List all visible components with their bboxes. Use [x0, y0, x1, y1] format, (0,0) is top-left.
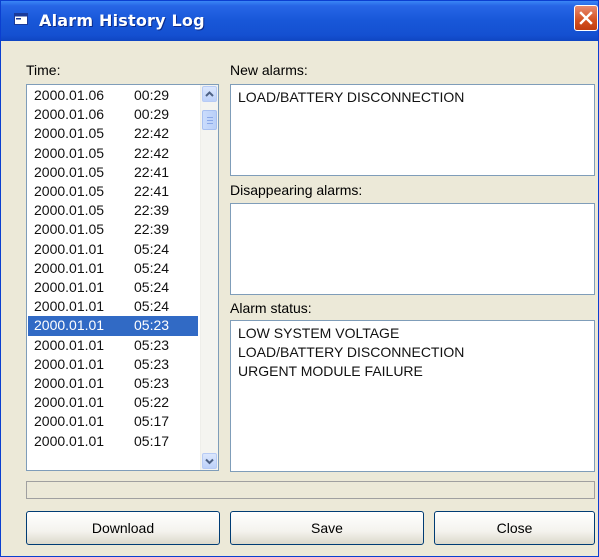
list-item[interactable]: 2000.01.05 22:41 [28, 182, 198, 201]
list-item-date: 2000.01.06 [34, 87, 105, 103]
list-item[interactable]: 2000.01.01 05:23 [28, 355, 198, 374]
new-alarms-box[interactable]: LOAD/BATTERY DISCONNECTION [230, 84, 595, 176]
list-item-time: 22:41 [134, 163, 170, 180]
list-item-date: 2000.01.05 [34, 144, 105, 161]
list-item-date: 2000.01.05 [34, 125, 105, 142]
alarm-line: LOAD/BATTERY DISCONNECTION [238, 344, 465, 360]
list-item-time: 00:29 [134, 106, 170, 123]
list-item[interactable]: 2000.01.05 22:39 [28, 201, 198, 220]
list-item-date: 2000.01.01 [34, 394, 105, 411]
alarm-line: URGENT MODULE FAILURE [238, 363, 423, 379]
list-item[interactable]: 2000.01.01 05:23 [28, 374, 198, 393]
scroll-thumb[interactable] [202, 110, 217, 130]
list-item-date: 2000.01.01 [34, 240, 105, 257]
list-item[interactable]: 2000.01.01 05:24 [28, 259, 198, 278]
list-item-time: 22:41 [134, 183, 170, 199]
list-item-time: 05:23 [134, 375, 170, 391]
list-item-time: 05:24 [134, 240, 170, 257]
window-title: Alarm History Log [39, 11, 205, 30]
chevron-down-icon [205, 458, 214, 465]
disappearing-alarms-box[interactable] [230, 203, 595, 295]
new-alarms-label: New alarms: [230, 62, 308, 78]
list-item[interactable]: 2000.01.01 05:23 [28, 336, 198, 355]
list-item[interactable]: 2000.01.01 05:24 [28, 240, 198, 259]
list-item-time: 05:24 [134, 259, 170, 276]
list-item-date: 2000.01.01 [34, 259, 105, 276]
chevron-up-icon [205, 91, 214, 97]
list-item-date: 2000.01.01 [34, 317, 105, 334]
close-icon [579, 11, 593, 25]
list-item-time: 22:42 [134, 125, 170, 142]
list-item-date: 2000.01.01 [34, 279, 105, 295]
list-item-time: 05:23 [134, 336, 170, 353]
list-item[interactable]: 2000.01.05 22:41 [28, 163, 198, 182]
list-item-time: 00:29 [134, 87, 170, 103]
list-item-date: 2000.01.01 [34, 298, 105, 315]
alarm-status-box[interactable]: LOW SYSTEM VOLTAGE LOAD/BATTERY DISCONNEC… [230, 320, 595, 472]
list-item-time: 05:17 [134, 432, 170, 449]
window-icon [14, 13, 28, 25]
list-item[interactable]: 2000.01.01 05:23 [28, 316, 198, 336]
list-item-time: 05:23 [134, 317, 170, 334]
close-window-button[interactable] [574, 5, 598, 31]
time-listbox[interactable]: 2000.01.01 05:17 2000.01.01 05:17 2000.01.01… [26, 84, 219, 471]
list-item-time: 22:42 [134, 144, 170, 161]
list-item-time: 22:39 [134, 221, 170, 238]
close-button[interactable]: Close [434, 511, 595, 545]
alarm-line: LOAD/BATTERY DISCONNECTION [238, 89, 465, 105]
list-item-date: 2000.01.05 [34, 163, 105, 180]
list-item-time: 05:17 [134, 413, 170, 430]
list-item-date: 2000.01.01 [34, 413, 105, 430]
list-item-date: 2000.01.05 [34, 221, 105, 238]
list-item[interactable]: 2000.01.01 05:24 [28, 278, 198, 297]
alarm-history-window: Alarm History Log Time: 2000.01.01 05:17 2… [0, 0, 599, 557]
scroll-down-button[interactable] [202, 453, 217, 469]
download-button[interactable]: Download [26, 511, 220, 545]
list-item-date: 2000.01.01 [34, 355, 105, 372]
status-bar [26, 481, 595, 499]
list-item[interactable]: 2000.01.01 05:17 [28, 432, 198, 451]
time-list-scrollbar[interactable] [200, 85, 218, 470]
alarm-line: LOW SYSTEM VOLTAGE [238, 325, 400, 341]
scroll-up-button[interactable] [202, 86, 217, 102]
list-item[interactable]: 2000.01.05 22:42 [28, 144, 198, 163]
list-item-date: 2000.01.05 [34, 202, 105, 219]
list-item[interactable]: 2000.01.01 05:24 [28, 297, 198, 316]
list-item-time: 05:22 [134, 394, 170, 411]
list-item-time: 05:24 [134, 298, 170, 315]
save-button[interactable]: Save [230, 511, 424, 545]
list-item[interactable]: 2000.01.05 22:42 [28, 124, 198, 143]
list-item-time: 05:23 [134, 355, 170, 372]
list-item[interactable]: 2000.01.01 05:22 [28, 393, 198, 412]
disappearing-alarms-label: Disappearing alarms: [230, 182, 363, 198]
list-item[interactable]: 2000.01.01 05:17 [28, 412, 198, 431]
list-item-date: 2000.01.06 [34, 106, 105, 123]
list-item[interactable]: 2000.01.06 00:29 [28, 105, 198, 124]
list-item-date: 2000.01.01 [34, 432, 105, 449]
list-item-date: 2000.01.05 [34, 183, 105, 199]
title-bar[interactable]: Alarm History Log [1, 1, 598, 41]
list-item-date: 2000.01.01 [34, 375, 105, 391]
time-label: Time: [26, 62, 61, 78]
list-item-time: 22:39 [134, 202, 170, 219]
list-item-date: 2000.01.01 [34, 336, 105, 353]
alarm-status-label: Alarm status: [230, 300, 312, 316]
list-item[interactable]: 2000.01.05 22:39 [28, 220, 198, 239]
list-item[interactable]: 2000.01.06 00:29 [28, 86, 198, 105]
list-item-time: 05:24 [134, 279, 170, 295]
